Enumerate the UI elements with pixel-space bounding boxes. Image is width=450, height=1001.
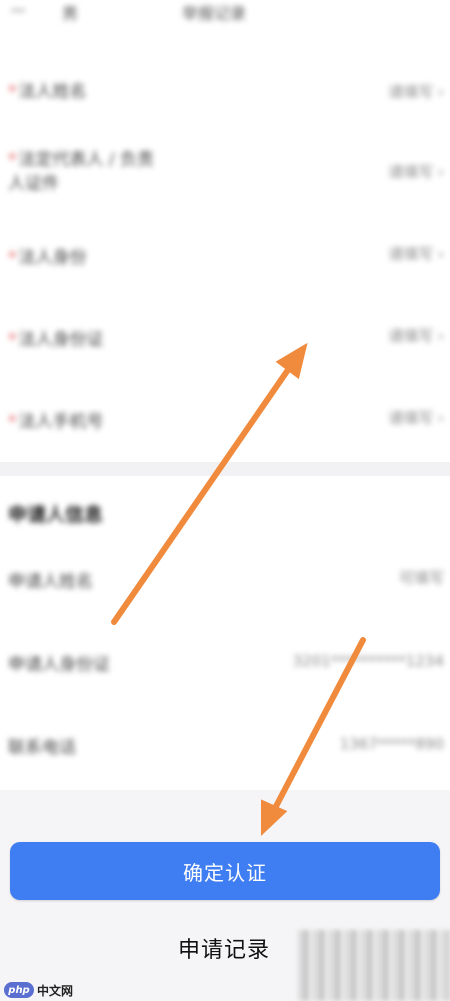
arrow-up-right-icon — [111, 342, 308, 625]
annotation-arrows — [111, 342, 366, 836]
php-logo-icon: php — [4, 982, 34, 998]
arrow-down-left-icon — [261, 637, 366, 836]
watermark-text: 中文网 — [37, 983, 74, 998]
site-watermark: php 中文网 — [4, 981, 73, 999]
